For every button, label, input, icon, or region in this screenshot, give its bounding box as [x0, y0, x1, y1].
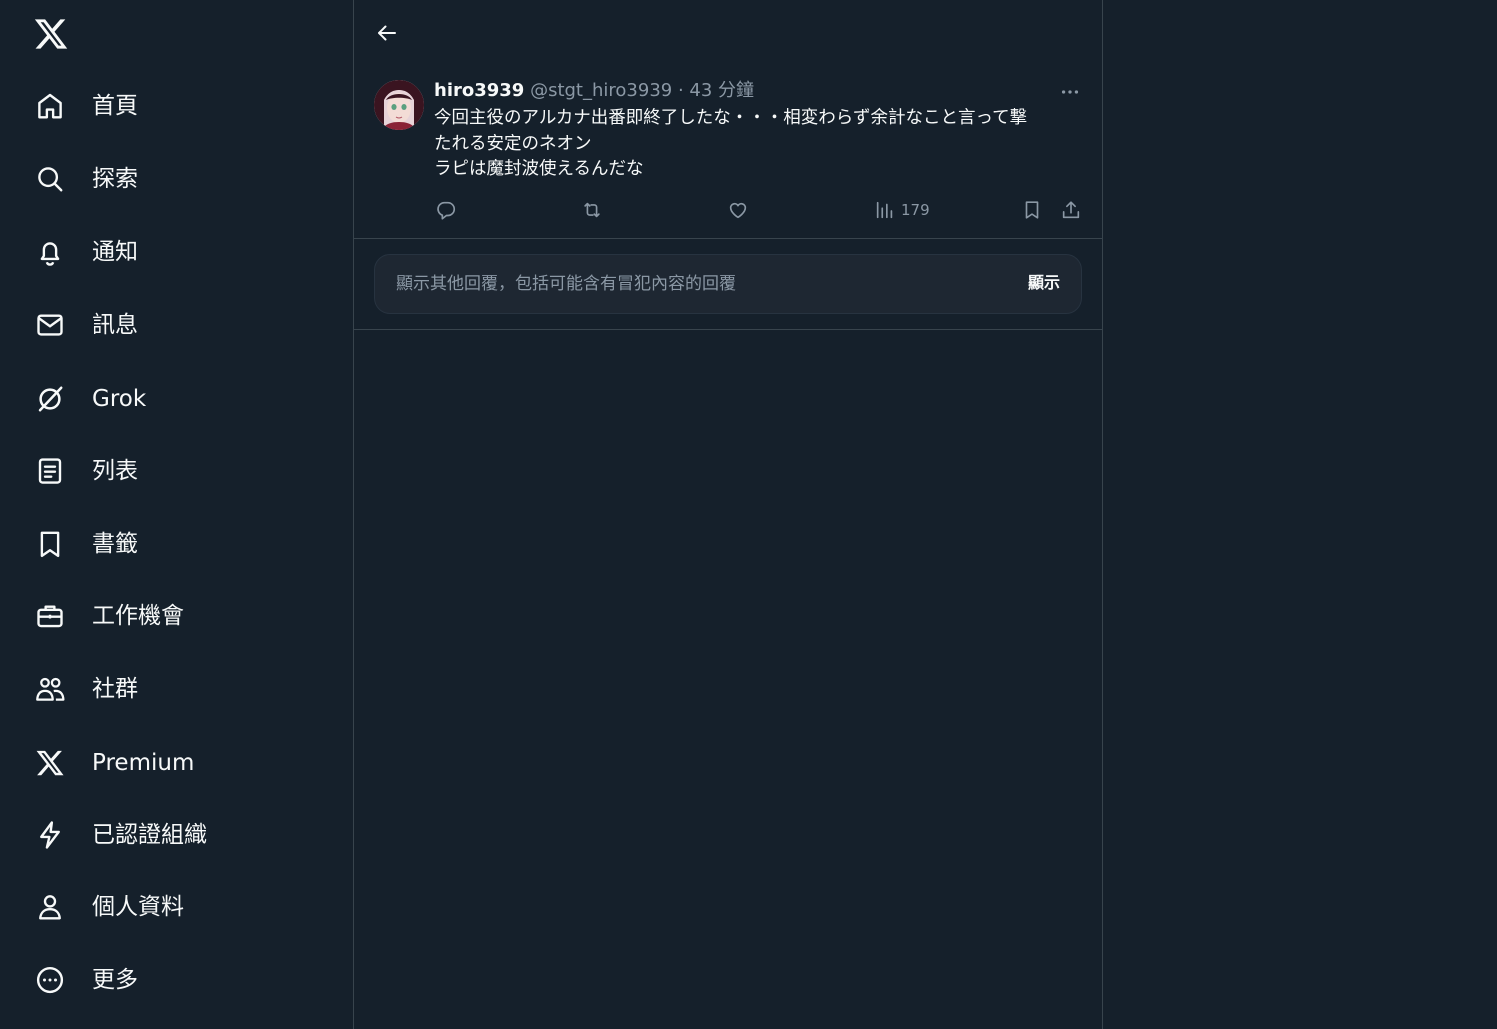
heart-icon — [726, 198, 750, 222]
sidebar-item-label: 工作機會 — [92, 603, 184, 629]
x-premium-icon — [35, 748, 65, 778]
sidebar: 首頁 探索 通知 訊息 Grok 列表 書籤 工作機會 社群 Premium 已… — [0, 0, 353, 1029]
tweet-text-line: たれる安定のネオン — [434, 133, 592, 154]
show-replies-button[interactable]: 顯示 — [1028, 272, 1060, 294]
sidebar-item-more[interactable]: 更多 — [24, 952, 138, 1008]
sidebar-item-label: 社群 — [92, 676, 138, 702]
views-button[interactable]: 179 — [873, 198, 930, 222]
sidebar-item-explore[interactable]: 探索 — [24, 151, 138, 207]
person-icon — [35, 892, 65, 922]
sidebar-item-label: 個人資料 — [92, 894, 184, 920]
briefcase-icon — [35, 601, 65, 631]
home-icon — [35, 91, 65, 121]
sidebar-item-label: Premium — [92, 750, 195, 776]
more-circle-icon — [35, 965, 65, 995]
hidden-replies-text: 顯示其他回覆，包括可能含有冒犯內容的回覆 — [396, 274, 736, 294]
sidebar-item-bookmarks[interactable]: 書籤 — [24, 516, 138, 572]
tweet-header: hiro3939 @stgt_hiro3939 · 43 分鐘 — [434, 79, 754, 103]
sidebar-item-home[interactable]: 首頁 — [24, 78, 138, 134]
sidebar-item-verified-orgs[interactable]: 已認證組織 — [24, 807, 207, 863]
time-separator: · — [677, 80, 684, 101]
back-arrow-icon[interactable] — [372, 18, 402, 48]
views-count: 179 — [901, 201, 930, 219]
main-column: hiro3939 @stgt_hiro3939 · 43 分鐘 今回主役のアルカ… — [354, 0, 1102, 1029]
tweet-text-line: ラピは魔封波使えるんだな — [434, 159, 644, 179]
tweet-text-line: 今回主役のアルカナ出番即終了したな・・・相変わらず余計なこと言って撃 — [434, 108, 1028, 128]
sidebar-item-label: 通知 — [92, 239, 138, 265]
sidebar-item-label: 更多 — [92, 967, 138, 993]
share-button[interactable] — [1059, 198, 1083, 222]
bookmark-icon — [1020, 198, 1044, 222]
like-button[interactable] — [726, 198, 750, 222]
sidebar-item-grok[interactable]: Grok — [24, 371, 146, 427]
x-logo-icon[interactable] — [33, 16, 69, 52]
communities-icon — [35, 674, 65, 704]
sidebar-item-label: 探索 — [92, 166, 138, 192]
grok-icon — [35, 384, 65, 414]
bell-icon — [35, 237, 65, 267]
sidebar-item-lists[interactable]: 列表 — [24, 443, 138, 499]
bookmark-button[interactable] — [1020, 198, 1044, 222]
lightning-icon — [35, 820, 65, 850]
sidebar-item-label: 列表 — [92, 458, 138, 484]
sidebar-item-label: 書籤 — [92, 531, 138, 557]
hidden-replies-section: 顯示其他回覆，包括可能含有冒犯內容的回覆 顯示 — [354, 239, 1102, 330]
sidebar-item-label: Grok — [92, 386, 147, 412]
sidebar-item-label: 已認證組織 — [92, 822, 207, 848]
tweet[interactable]: hiro3939 @stgt_hiro3939 · 43 分鐘 今回主役のアルカ… — [354, 70, 1102, 239]
search-icon — [35, 164, 65, 194]
display-name[interactable]: hiro3939 — [434, 80, 524, 101]
sidebar-item-jobs[interactable]: 工作機會 — [24, 588, 184, 644]
user-handle[interactable]: @stgt_hiro3939 — [530, 80, 672, 101]
sidebar-item-label: 首頁 — [92, 93, 138, 119]
bookmark-icon — [35, 529, 65, 559]
hidden-replies-banner: 顯示其他回覆，包括可能含有冒犯內容的回覆 顯示 — [374, 254, 1082, 314]
analytics-icon — [873, 198, 897, 222]
sidebar-item-profile[interactable]: 個人資料 — [24, 879, 184, 935]
sidebar-item-messages[interactable]: 訊息 — [24, 297, 138, 353]
mail-icon — [35, 310, 65, 340]
reply-icon — [434, 198, 458, 222]
sidebar-item-notifications[interactable]: 通知 — [24, 224, 138, 280]
tweet-text: 今回主役のアルカナ出番即終了したな・・・相変わらず余計なこと言って撃 たれる安定… — [434, 106, 1084, 183]
list-icon — [35, 456, 65, 486]
repost-icon — [580, 198, 604, 222]
sidebar-item-communities[interactable]: 社群 — [24, 661, 138, 717]
more-options-icon[interactable] — [1058, 80, 1082, 104]
avatar[interactable] — [374, 80, 424, 130]
reply-button[interactable] — [434, 198, 458, 222]
timestamp[interactable]: 43 分鐘 — [689, 80, 754, 101]
repost-button[interactable] — [580, 198, 604, 222]
sidebar-item-premium[interactable]: Premium — [24, 735, 194, 791]
share-icon — [1059, 198, 1083, 222]
sidebar-item-label: 訊息 — [92, 312, 138, 338]
column-divider-right — [1102, 0, 1103, 1029]
